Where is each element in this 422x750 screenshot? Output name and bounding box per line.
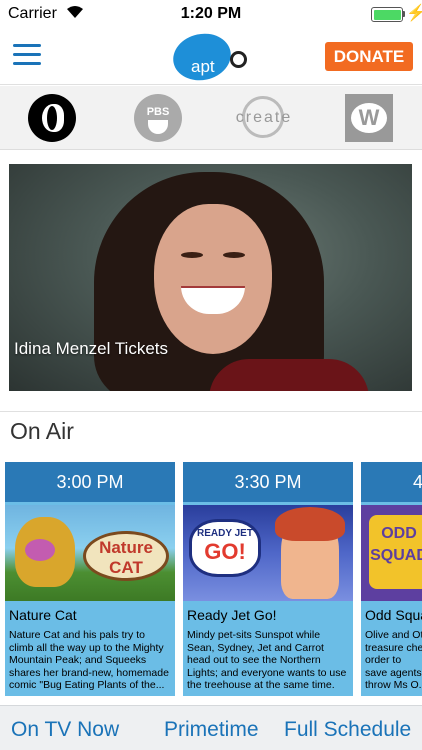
section-divider <box>0 411 422 412</box>
pbs-kids-icon[interactable]: PBS <box>134 94 182 142</box>
card-time: 3:00 PM <box>5 462 175 502</box>
schedule-card[interactable]: 3:00 PM Nature CAT Nature Cat Nature Cat… <box>5 462 175 696</box>
world-icon[interactable]: W <box>345 94 393 142</box>
card-description: Olive and Ot treasure che order to save … <box>365 629 422 691</box>
channel-bar: PBS create W <box>0 86 422 150</box>
card-time: 3:30 PM <box>183 462 353 502</box>
card-title: Odd Squa <box>365 607 422 623</box>
battery-icon <box>371 7 403 22</box>
tab-full-schedule[interactable]: Full Schedule <box>284 718 411 742</box>
create-label: create <box>235 109 293 126</box>
hamburger-menu-icon[interactable] <box>13 44 41 66</box>
card-time: 4 <box>361 462 422 502</box>
on-air-carousel[interactable]: 3:00 PM Nature CAT Nature Cat Nature Cat… <box>5 462 422 696</box>
world-label: W <box>351 103 387 133</box>
logo-text: apt <box>191 57 215 76</box>
card-description: Mindy pet-sits Sunspot while Sean, Sydne… <box>187 629 347 691</box>
nature-cat-thumbnail: Nature CAT <box>5 505 175 601</box>
create-icon[interactable]: create <box>230 94 298 142</box>
odd-squad-thumbnail: ODD SQUAD <box>361 505 422 601</box>
donate-button[interactable]: DONATE <box>325 42 413 71</box>
charging-icon: ⚡ <box>406 5 422 22</box>
pbs-kids-label: PBS <box>146 106 170 118</box>
card-title: Ready Jet Go! <box>187 607 277 623</box>
nature-cat-thumb-text: Nature CAT <box>83 531 169 581</box>
card-title: Nature Cat <box>9 607 77 623</box>
on-air-title: On Air <box>10 418 74 444</box>
pbs-icon[interactable] <box>28 94 76 142</box>
card-description: Nature Cat and his pals try to climb all… <box>9 629 169 691</box>
rjg-thumb-small: READY JET <box>197 528 253 539</box>
rjg-thumb-big: GO! <box>204 539 246 564</box>
app-header: apt DONATE <box>0 28 422 86</box>
schedule-card[interactable]: 4 ODD SQUAD Odd Squa Olive and Ot treasu… <box>361 462 422 696</box>
tab-primetime[interactable]: Primetime <box>164 718 259 742</box>
apt-logo[interactable]: apt <box>168 28 249 86</box>
ready-jet-go-thumbnail: READY JET GO! <box>183 505 353 601</box>
search-q-icon <box>230 51 247 68</box>
featured-caption: Idina Menzel Tickets <box>14 339 169 358</box>
schedule-card[interactable]: 3:30 PM READY JET GO! Ready Jet Go! Mind… <box>183 462 353 696</box>
bottom-nav: On TV Now Primetime Full Schedule <box>0 705 422 750</box>
status-bar: Carrier 1:20 PM ⚡ <box>0 0 422 28</box>
odd-squad-thumb-text: ODD SQUAD <box>369 515 422 589</box>
tab-on-tv-now[interactable]: On TV Now <box>11 718 119 742</box>
featured-banner[interactable]: Idina Menzel Tickets <box>9 164 412 391</box>
clock: 1:20 PM <box>180 5 242 22</box>
battery-tip <box>403 11 405 17</box>
